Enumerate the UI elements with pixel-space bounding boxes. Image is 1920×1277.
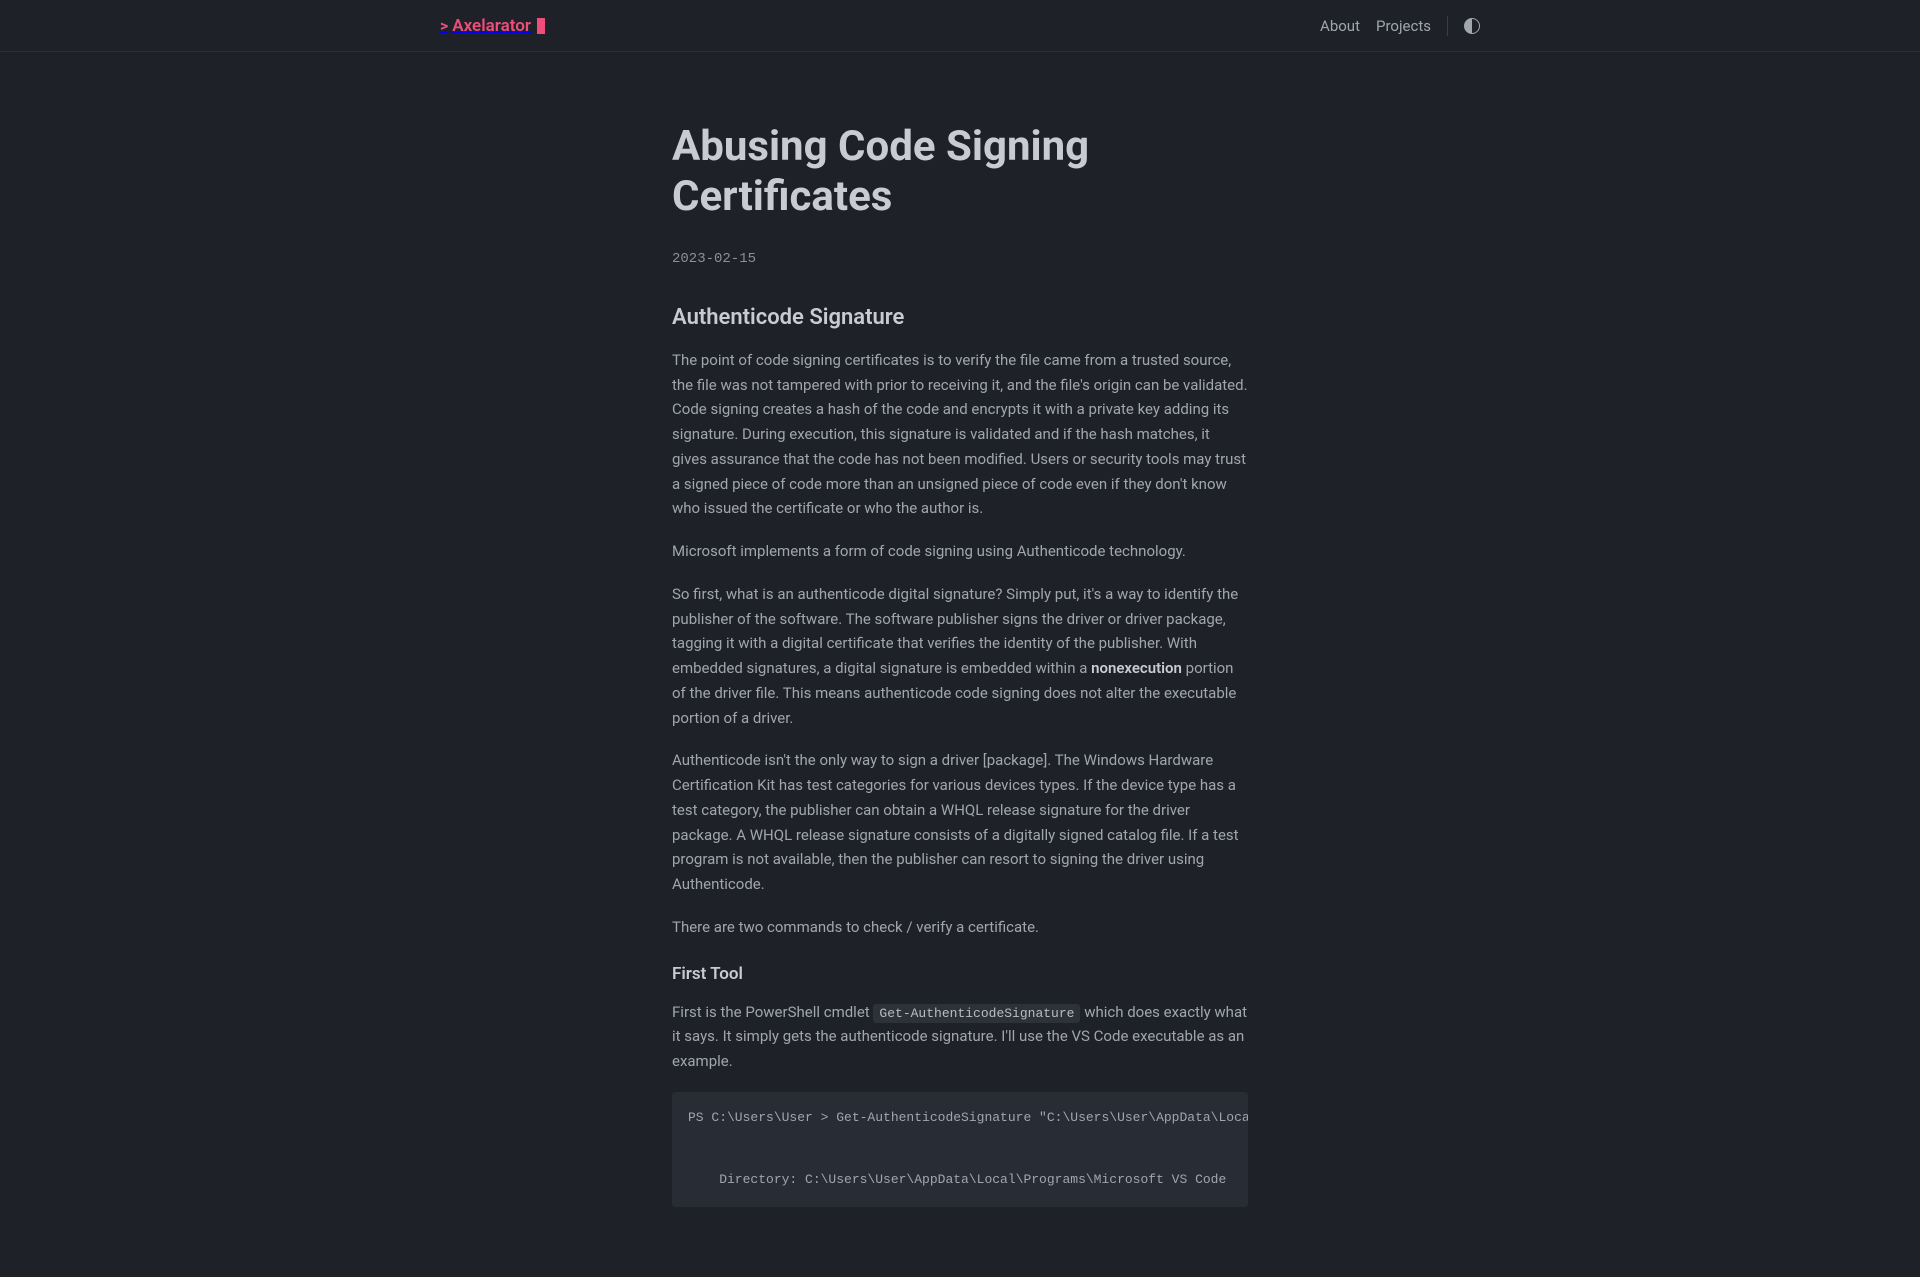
nav-projects[interactable]: Projects: [1376, 17, 1431, 35]
nav-divider: [1447, 16, 1448, 36]
code-block: PS C:\Users\User > Get-AuthenticodeSigna…: [672, 1092, 1248, 1207]
section-heading-first-tool: First Tool: [672, 964, 1248, 984]
chevron-right-icon: >: [440, 16, 448, 35]
paragraph: So first, what is an authenticode digita…: [672, 582, 1248, 731]
cursor-icon: [537, 18, 545, 34]
half-circle-icon: [1464, 18, 1480, 34]
main-nav: About Projects: [1320, 16, 1480, 36]
paragraph: Microsoft implements a form of code sign…: [672, 539, 1248, 564]
logo-link[interactable]: > Axelarator: [440, 16, 545, 36]
section-heading-authenticode: Authenticode Signature: [672, 305, 1248, 330]
paragraph: Authenticode isn't the only way to sign …: [672, 748, 1248, 897]
page-title: Abusing Code Signing Certificates: [672, 122, 1248, 223]
paragraph: There are two commands to check / verify…: [672, 915, 1248, 940]
text-span: First is the PowerShell cmdlet: [672, 1003, 873, 1021]
paragraph: The point of code signing certificates i…: [672, 348, 1248, 521]
site-header: > Axelarator About Projects: [0, 0, 1920, 52]
theme-toggle-button[interactable]: [1464, 18, 1480, 34]
article-main: Abusing Code Signing Certificates 2023-0…: [672, 52, 1248, 1277]
inline-code: Get-AuthenticodeSignature: [873, 1004, 1080, 1023]
nav-about[interactable]: About: [1320, 17, 1360, 35]
article-date: 2023-02-15: [672, 251, 1248, 267]
paragraph: First is the PowerShell cmdlet Get-Authe…: [672, 1000, 1248, 1074]
strong-text: nonexecution: [1091, 659, 1182, 677]
logo-text: Axelarator: [452, 16, 531, 36]
